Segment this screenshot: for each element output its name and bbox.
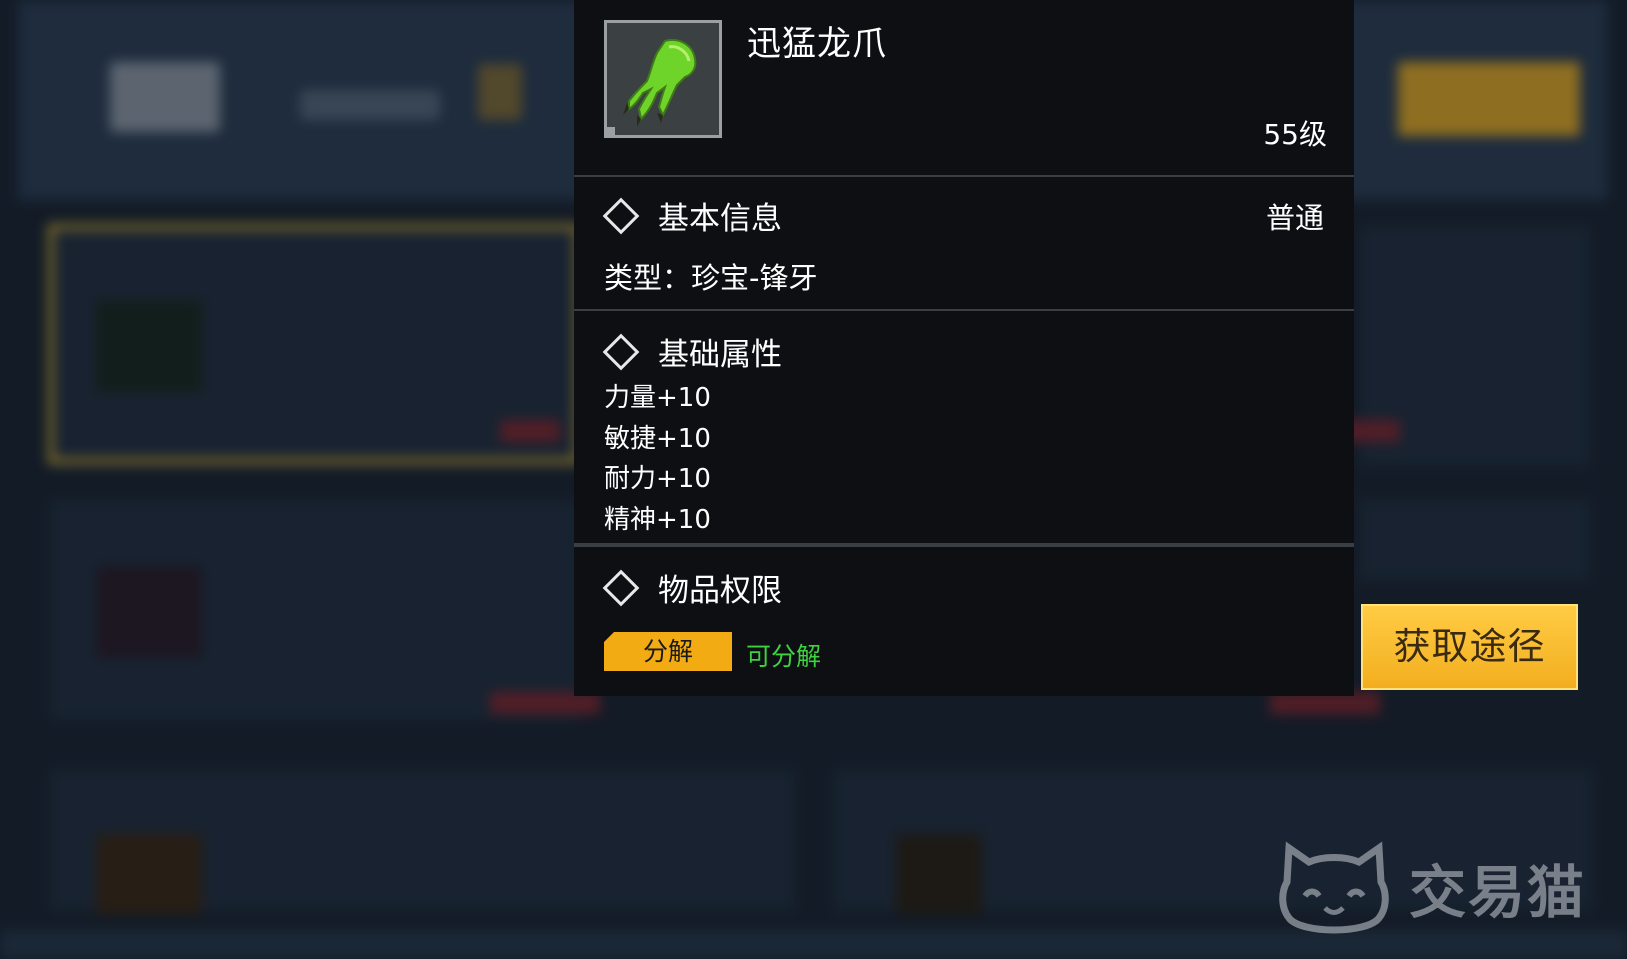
item-quality: 普通 <box>1265 201 1324 235</box>
item-type: 类型：珍宝-锋牙 <box>604 261 818 295</box>
attribute-line: 力量+10 <box>604 383 711 413</box>
diamond-icon <box>602 569 640 606</box>
diamond-icon <box>602 333 640 370</box>
item-header: 迅猛龙爪 55级 <box>574 0 1354 177</box>
permissions-title-text: 物品权限 <box>658 573 782 609</box>
attribute-line: 敏捷+10 <box>604 423 711 454</box>
item-name: 迅猛龙爪 <box>747 24 887 64</box>
diamond-icon <box>602 197 640 234</box>
cat-logo-icon <box>1279 841 1389 934</box>
base-attributes-title: 基础属性 <box>602 329 782 374</box>
acquire-source-button[interactable]: 获取途径 <box>1361 604 1578 690</box>
attribute-line: 精神+10 <box>604 504 711 535</box>
attribute-list: 力量+10 敏捷+10 耐力+10 精神+10 <box>604 378 711 540</box>
attribute-line: 耐力+10 <box>604 464 711 494</box>
watermark-text: 交易猫 <box>1409 860 1586 926</box>
item-tooltip-panel: 迅猛龙爪 55级 基本信息 普通 类型：珍宝-锋牙 基础属性 力量+10 敏捷+… <box>574 0 1354 696</box>
decompose-badge: 分解 <box>604 632 732 671</box>
item-icon-frame <box>604 20 722 138</box>
basic-info-title-text: 基本信息 <box>658 201 782 237</box>
permissions-title: 物品权限 <box>602 565 782 610</box>
base-attributes-section: 基础属性 力量+10 敏捷+10 耐力+10 精神+10 <box>574 309 1354 547</box>
permissions-section: 物品权限 分解 可分解 <box>574 545 1354 696</box>
watermark: 交易猫 <box>1275 838 1586 938</box>
decompose-status: 可分解 <box>746 642 822 671</box>
basic-info-section: 基本信息 普通 类型：珍宝-锋牙 <box>574 175 1354 311</box>
base-attributes-title-text: 基础属性 <box>658 337 782 373</box>
basic-info-title: 基本信息 <box>602 193 782 238</box>
green-claw-icon <box>607 23 719 135</box>
item-level: 55级 <box>1263 118 1327 151</box>
